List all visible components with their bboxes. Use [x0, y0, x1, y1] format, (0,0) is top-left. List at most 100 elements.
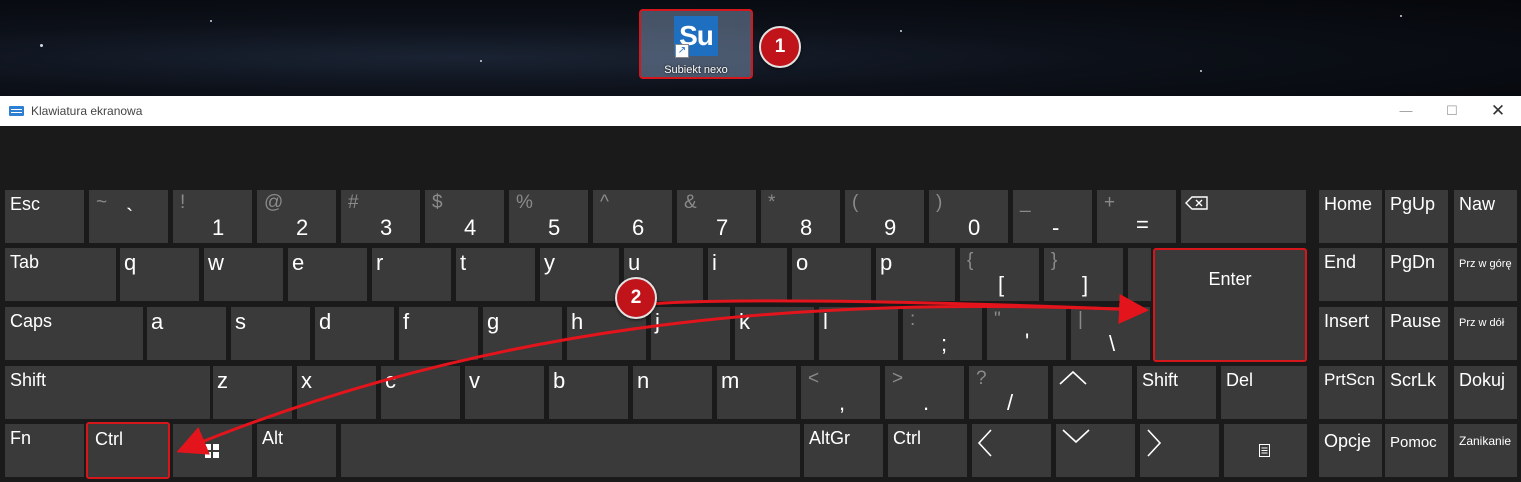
key-1[interactable]: ! 1 [173, 190, 252, 243]
key-home[interactable]: Home [1319, 190, 1382, 243]
key-arrow-left[interactable] [972, 424, 1051, 477]
key-l[interactable]: l [819, 307, 898, 360]
key-arrow-up[interactable] [1053, 366, 1132, 419]
key-label: u [628, 250, 641, 275]
key-quote[interactable]: " ' [987, 307, 1066, 360]
close-icon: ✕ [1490, 101, 1506, 120]
key-e[interactable]: e [288, 248, 367, 301]
key-alt[interactable]: Alt [257, 424, 336, 477]
key-insert[interactable]: Insert [1319, 307, 1382, 360]
key-shift-label: * [768, 192, 776, 213]
key-equals[interactable]: + = [1097, 190, 1176, 243]
key-backspace[interactable] [1181, 190, 1306, 243]
key-ctrl-left[interactable]: Ctrl [86, 422, 170, 479]
key-label: , [839, 390, 846, 415]
key-context-menu[interactable] [1224, 424, 1307, 477]
key-tab[interactable]: Tab [5, 248, 116, 301]
key-r[interactable]: r [372, 248, 451, 301]
key-8[interactable]: * 8 [761, 190, 840, 243]
key-7[interactable]: & 7 [677, 190, 756, 243]
desktop-shortcut-subiekt-nexo[interactable]: Su ↗ Subiekt nexo [639, 9, 753, 79]
key-minus[interactable]: _ - [1013, 190, 1092, 243]
key-zanikanie[interactable]: Zanikanie [1454, 424, 1517, 477]
key-n[interactable]: n [633, 366, 712, 419]
key-fn[interactable]: Fn [5, 424, 84, 477]
key-v[interactable]: v [465, 366, 544, 419]
key-caps[interactable]: Caps [5, 307, 143, 360]
key-prtscn[interactable]: PrtScn [1319, 366, 1382, 419]
key-comma[interactable]: <, [801, 366, 880, 419]
key-label: [ [998, 272, 1005, 297]
key-q[interactable]: q [120, 248, 199, 301]
key-shift-left[interactable]: Shift [5, 366, 210, 419]
close-button[interactable]: ✕ [1475, 96, 1521, 126]
minimize-button[interactable]: — [1383, 96, 1429, 126]
key-shift-right[interactable]: Shift [1137, 366, 1216, 419]
key-z[interactable]: z [213, 366, 292, 419]
key-label: Esc [10, 194, 41, 214]
key-y[interactable]: y [540, 248, 619, 301]
key-pgdn[interactable]: PgDn [1385, 248, 1448, 301]
key-label: Del [1226, 370, 1254, 390]
key-3[interactable]: #3 [341, 190, 420, 243]
key-enter[interactable]: Enter [1153, 248, 1307, 362]
key-label: ; [941, 331, 948, 356]
key-k[interactable]: k [735, 307, 814, 360]
key-arrow-right[interactable] [1140, 424, 1219, 477]
key-space[interactable] [341, 424, 800, 477]
key-s[interactable]: s [231, 307, 310, 360]
key-label: Home [1324, 194, 1373, 214]
key-m[interactable]: m [717, 366, 796, 419]
key-label: Insert [1324, 311, 1370, 331]
key-opcje[interactable]: Opcje [1319, 424, 1382, 477]
key-semicolon[interactable]: :; [903, 307, 982, 360]
key-p[interactable]: p [876, 248, 955, 301]
key-shift-label: ! [180, 192, 186, 213]
key-przwdol[interactable]: Prz w dół [1454, 307, 1517, 360]
key-i[interactable]: i [708, 248, 787, 301]
key-arrow-down[interactable] [1056, 424, 1135, 477]
key-tilde[interactable]: ~ ` [89, 190, 168, 243]
key-pgup[interactable]: PgUp [1385, 190, 1448, 243]
key-d[interactable]: d [315, 307, 394, 360]
key-f[interactable]: f [399, 307, 478, 360]
star [480, 60, 482, 62]
key-scrlk[interactable]: ScrLk [1385, 366, 1448, 419]
key-t[interactable]: t [456, 248, 535, 301]
key-2[interactable]: @2 [257, 190, 336, 243]
key-o[interactable]: o [792, 248, 871, 301]
key-esc[interactable]: Esc [5, 190, 84, 243]
key-label: d [319, 309, 332, 334]
key-x[interactable]: x [297, 366, 376, 419]
key-dokuj[interactable]: Dokuj [1454, 366, 1517, 419]
key-9[interactable]: (9 [845, 190, 924, 243]
key-period[interactable]: >. [885, 366, 964, 419]
key-przwgore[interactable]: Prz w górę [1454, 248, 1517, 301]
key-windows[interactable] [173, 424, 252, 477]
key-right-bracket[interactable]: }] [1044, 248, 1123, 301]
key-6[interactable]: ^ 6 [593, 190, 672, 243]
key-altgr[interactable]: AltGr [804, 424, 883, 477]
key-a[interactable]: a [147, 307, 226, 360]
key-shift-label: ? [976, 368, 987, 389]
key-0[interactable]: ) 0 [929, 190, 1008, 243]
key-j[interactable]: j [651, 307, 730, 360]
key-ctrl-right[interactable]: Ctrl [888, 424, 967, 477]
window-titlebar[interactable]: Klawiatura ekranowa — ☐ ✕ [0, 96, 1521, 126]
key-5[interactable]: % 5 [509, 190, 588, 243]
key-w[interactable]: w [204, 248, 283, 301]
key-g[interactable]: g [483, 307, 562, 360]
key-slash[interactable]: ? / [969, 366, 1048, 419]
key-b[interactable]: b [549, 366, 628, 419]
key-4[interactable]: $4 [425, 190, 504, 243]
key-naw[interactable]: Naw [1454, 190, 1517, 243]
key-c[interactable]: c [381, 366, 460, 419]
key-del[interactable]: Del [1221, 366, 1307, 419]
key-backslash[interactable]: | \ [1071, 307, 1150, 360]
key-pause[interactable]: Pause [1385, 307, 1448, 360]
key-end[interactable]: End [1319, 248, 1382, 301]
key-left-bracket[interactable]: {[ [960, 248, 1039, 301]
maximize-button[interactable]: ☐ [1429, 96, 1475, 126]
star [900, 30, 902, 32]
key-pomoc[interactable]: Pomoc [1385, 424, 1448, 477]
